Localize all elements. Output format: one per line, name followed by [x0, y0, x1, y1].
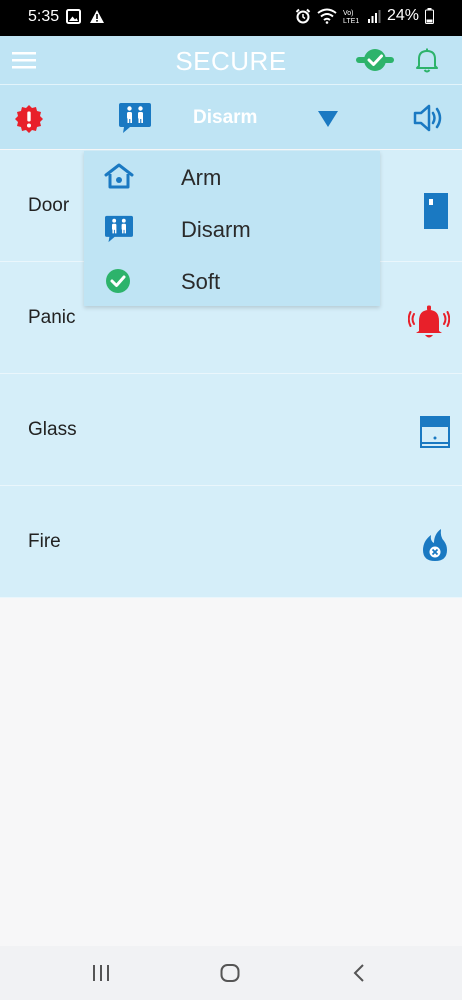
window-icon — [420, 416, 450, 448]
door-icon — [424, 193, 448, 229]
status-bar: 5:35 Vo) LTE1 24% — [0, 0, 462, 36]
status-time: 5:35 — [28, 8, 60, 25]
home-icon[interactable] — [220, 964, 240, 982]
battery-icon — [425, 8, 434, 24]
dropdown-option-label: Soft — [181, 269, 221, 294]
dropdown-option-arm[interactable]: Arm — [84, 151, 380, 203]
wifi-icon — [317, 8, 337, 24]
alarm-bell-icon — [408, 305, 450, 338]
back-icon[interactable] — [352, 964, 366, 982]
disarm-icon[interactable] — [118, 102, 152, 134]
selected-mode-label[interactable]: Disarm — [193, 107, 257, 129]
sensor-label: Glass — [28, 419, 77, 440]
dropdown-option-label: Disarm — [181, 217, 251, 242]
image-icon — [66, 9, 81, 24]
volte-icon: Vo) LTE1 — [343, 10, 359, 24]
speaker-icon[interactable] — [413, 104, 445, 132]
home-lock-icon — [104, 163, 134, 189]
dropdown-option-disarm[interactable]: Disarm — [84, 203, 380, 255]
check-circle-icon — [106, 269, 130, 293]
app-bar: SECURE — [0, 36, 462, 84]
dropdown-option-soft[interactable]: Soft — [84, 255, 380, 307]
warning-icon — [90, 10, 104, 23]
bell-icon[interactable] — [414, 47, 440, 73]
battery-percent: 24% — [386, 7, 419, 24]
svg-text:LTE1: LTE1 — [343, 18, 359, 24]
alarm-icon — [295, 8, 311, 24]
recent-apps-icon[interactable] — [91, 964, 111, 982]
fire-icon — [423, 529, 447, 561]
sensor-row-fire[interactable]: Fire — [0, 486, 462, 598]
sensor-label: Door — [28, 195, 70, 216]
disarm-icon — [105, 215, 133, 243]
dropdown-option-label: Arm — [181, 165, 222, 190]
check-shield-icon[interactable] — [356, 47, 394, 73]
mode-bar: Disarm — [0, 85, 462, 149]
svg-text:Vo): Vo) — [343, 10, 354, 17]
alert-icon[interactable] — [14, 104, 44, 134]
sensor-label: Panic — [28, 307, 76, 328]
sensor-label: Fire — [28, 531, 61, 552]
dropdown-arrow-icon[interactable] — [317, 110, 339, 128]
mode-dropdown: Arm Disarm Soft — [84, 151, 380, 306]
signal-icon — [367, 10, 381, 23]
system-nav-bar — [0, 946, 462, 1000]
sensor-row-glass[interactable]: Glass — [0, 374, 462, 486]
